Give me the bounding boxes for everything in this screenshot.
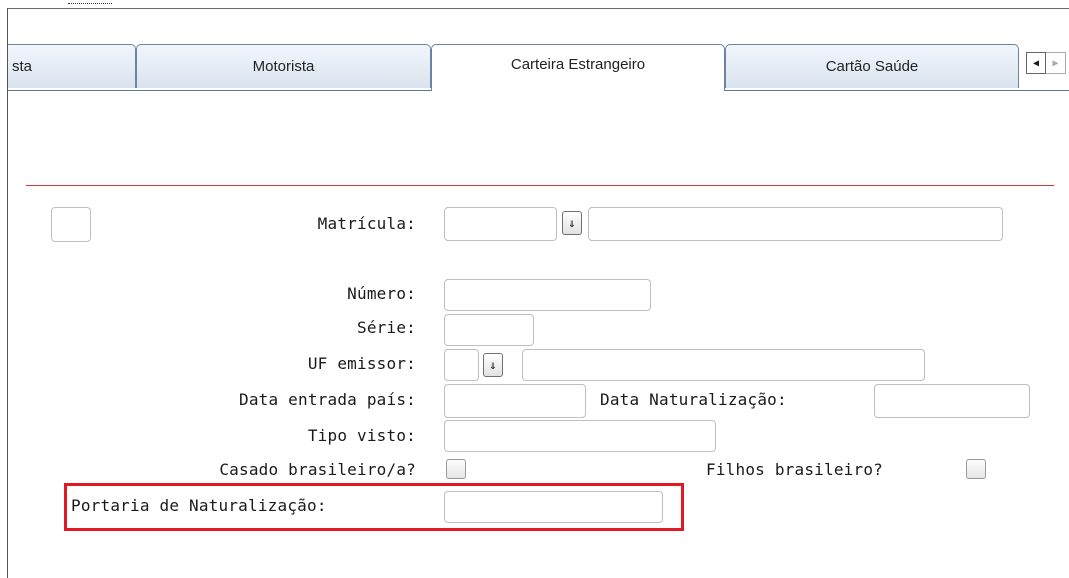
serie-label: Série: <box>357 318 416 337</box>
download-arrow-icon: ⇓ <box>568 216 576 230</box>
data-naturalizacao-input[interactable] <box>874 384 1030 418</box>
frame-left-border <box>7 8 8 578</box>
row-select-box[interactable] <box>51 207 91 242</box>
data-entrada-input[interactable] <box>444 384 586 418</box>
tab-label: Carteira Estrangeiro <box>510 55 646 73</box>
uf-emissor-label: UF emissor: <box>307 354 416 373</box>
numero-label: Número: <box>347 284 416 303</box>
tab-motorista[interactable]: Motorista <box>136 44 431 88</box>
casado-brasileiro-checkbox[interactable] <box>446 459 466 479</box>
scroll-left-icon[interactable]: ◀ <box>1026 52 1046 74</box>
section-separator <box>26 185 1054 186</box>
data-naturalizacao-label: Data Naturalização: <box>600 390 787 409</box>
serie-input[interactable] <box>444 314 534 346</box>
uf-emissor-description-field[interactable] <box>522 349 925 381</box>
tab-label: sta <box>12 58 33 75</box>
numero-input[interactable] <box>444 279 651 311</box>
tipo-visto-label: Tipo visto: <box>307 426 416 445</box>
portaria-naturalizacao-input[interactable] <box>444 491 663 523</box>
tab-cartao-saude[interactable]: Cartão Saúde <box>725 44 1019 88</box>
casado-brasileiro-label: Casado brasileiro/a? <box>219 460 416 479</box>
portaria-naturalizacao-label: Portaria de Naturalização: <box>71 496 327 515</box>
scroll-right-icon[interactable]: ▶ <box>1046 52 1066 74</box>
tab-scroll-controls: ◀ ▶ <box>1026 52 1066 74</box>
matricula-lookup-icon[interactable]: ⇓ <box>562 211 582 235</box>
matricula-input[interactable] <box>444 207 557 241</box>
focus-dotted-line <box>68 3 112 4</box>
uf-emissor-input[interactable] <box>444 349 479 381</box>
frame-top-border <box>7 8 1069 9</box>
matricula-label: Matrícula: <box>317 214 416 233</box>
tab-bar: sta Motorista Carteira Estrangeiro Cartã… <box>8 44 1069 91</box>
tipo-visto-input[interactable] <box>444 420 716 452</box>
tab-carteira-estrangeiro[interactable]: Carteira Estrangeiro <box>431 44 725 91</box>
tab-partial-previous[interactable]: sta <box>8 44 136 88</box>
matricula-name-field[interactable] <box>588 207 1003 241</box>
download-arrow-icon: ⇓ <box>489 358 497 372</box>
data-entrada-label: Data entrada país: <box>239 390 416 409</box>
filhos-brasileiro-label: Filhos brasileiro? <box>706 460 883 479</box>
uf-emissor-lookup-icon[interactable]: ⇓ <box>483 353 503 377</box>
filhos-brasileiro-checkbox[interactable] <box>966 459 986 479</box>
tab-label: Motorista <box>252 58 315 75</box>
tab-label: Cartão Saúde <box>825 58 919 75</box>
